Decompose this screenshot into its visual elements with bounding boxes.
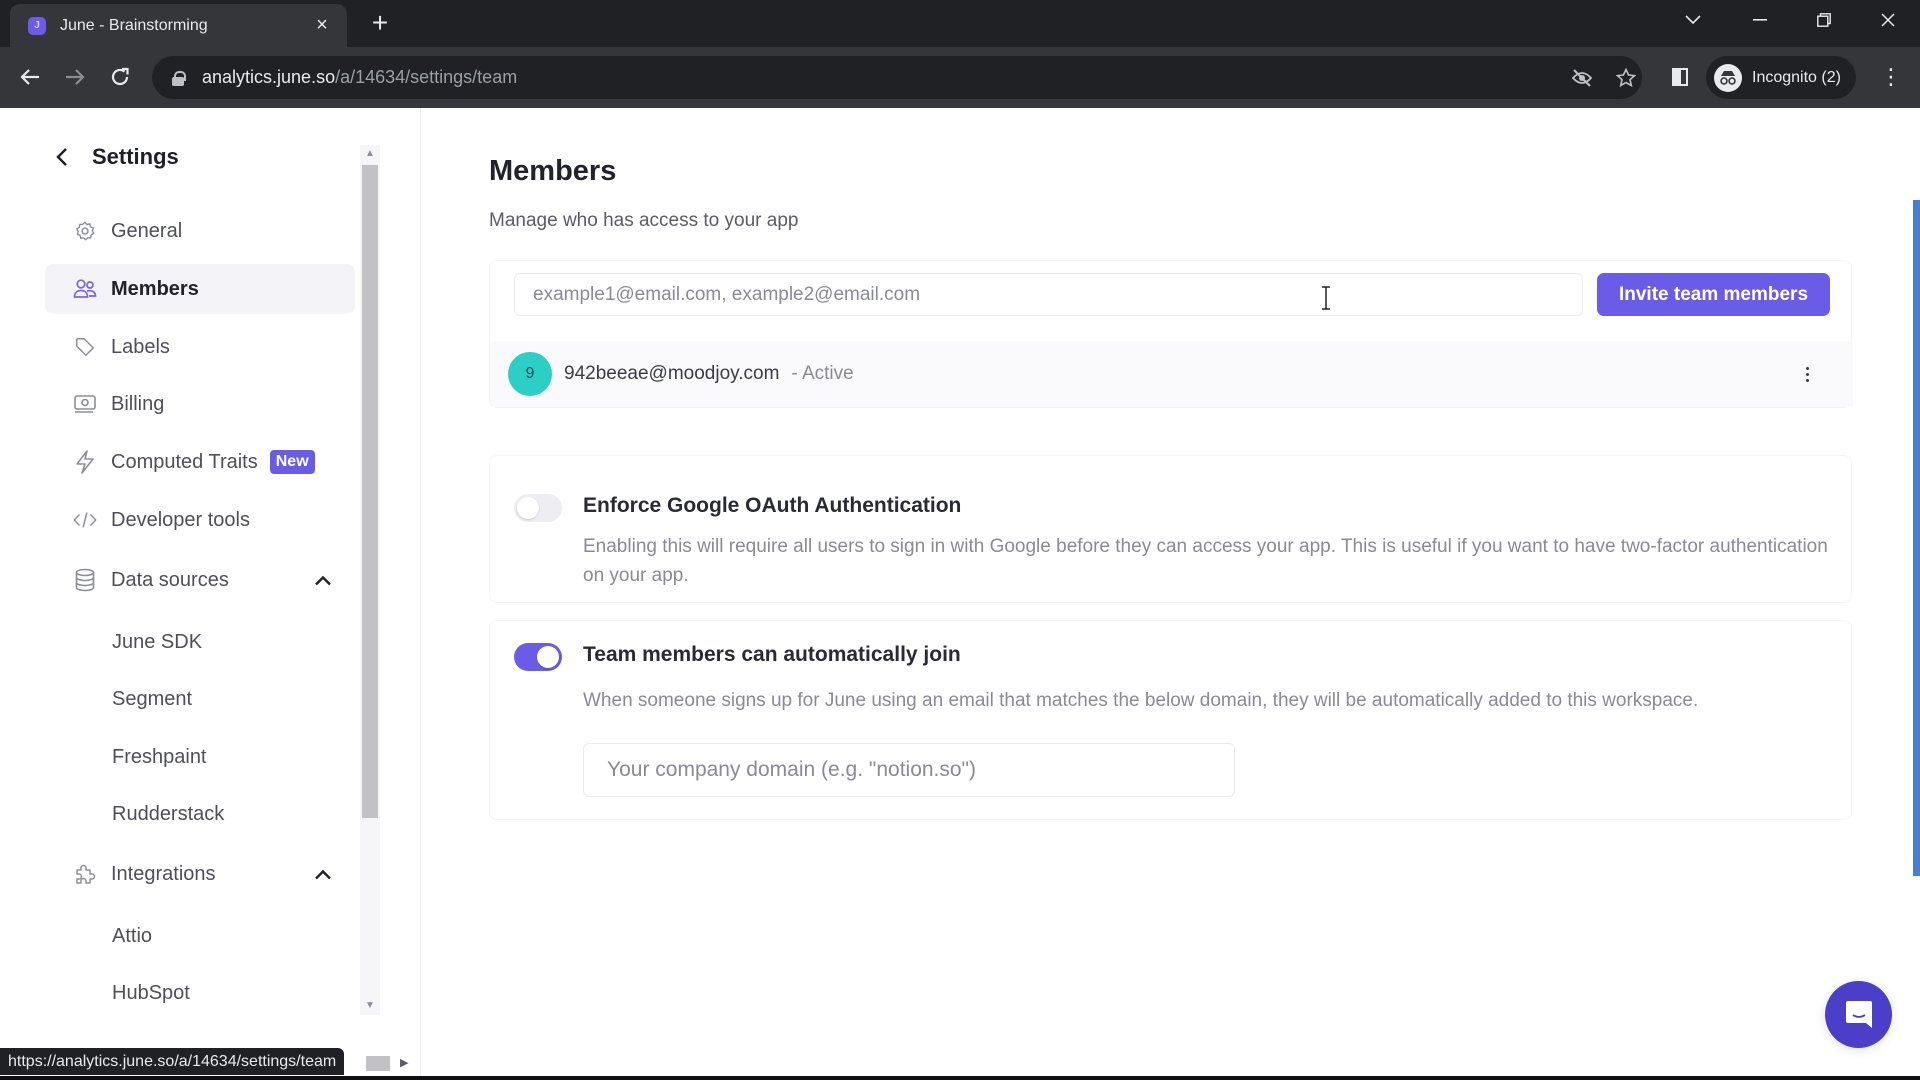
sidebar-item-developer-tools[interactable]: Developer tools	[45, 495, 355, 545]
text-cursor-icon	[1322, 286, 1330, 310]
sidebar-item-data-sources[interactable]: Data sources	[45, 555, 355, 605]
browser-tab[interactable]: J June - Brainstorming ×	[10, 4, 347, 47]
setting-description: When someone signs up for June using an …	[583, 690, 1699, 711]
scroll-up-arrow-icon[interactable]: ▲	[360, 145, 380, 163]
member-status: - Active	[791, 363, 854, 384]
oauth-setting-card: Enforce Google OAuth Authentication Enab…	[489, 455, 1852, 603]
toggle-knob	[537, 646, 559, 668]
close-tab-icon[interactable]: ×	[311, 14, 333, 37]
sidebar-subitem-attio[interactable]: Attio	[112, 925, 152, 948]
sidebar-item-label: Data sources	[111, 568, 229, 591]
bookmark-star-icon[interactable]	[1614, 66, 1638, 90]
auto-join-setting-card: Team members can automatically join When…	[489, 620, 1852, 820]
sidebar-subitem-hubspot[interactable]: HubSpot	[112, 982, 190, 1005]
window-bottom-edge	[0, 1076, 1920, 1080]
chevron-up-icon[interactable]	[311, 862, 335, 886]
address-bar: analytics.june.so/a/14634/settings/team …	[0, 47, 1920, 108]
sidebar-subitem-segment[interactable]: Segment	[112, 688, 192, 711]
database-icon	[73, 568, 97, 592]
sidebar-item-general[interactable]: General	[45, 206, 355, 256]
billing-icon	[73, 392, 97, 416]
more-options-icon[interactable]	[1799, 361, 1815, 387]
url-host: analytics.june.so	[202, 67, 336, 87]
tab-search-chevron-icon[interactable]	[1665, 0, 1721, 40]
close-window-icon[interactable]	[1860, 0, 1916, 40]
forward-arrow-icon[interactable]	[59, 61, 91, 93]
code-icon	[73, 508, 97, 532]
sidebar-scrollbar[interactable]: ▲ ▼	[360, 145, 380, 1015]
url-path: /a/14634/settings/team	[335, 67, 518, 87]
browser-menu-icon[interactable]: ⋮	[1880, 63, 1902, 93]
puzzle-icon	[73, 862, 97, 886]
setting-description: Enabling this will require all users to …	[583, 536, 1828, 586]
toggle-knob	[517, 497, 539, 519]
lightning-icon	[73, 450, 97, 474]
scroll-right-arrow-icon[interactable]: ▶	[400, 1056, 408, 1069]
chat-bubble-icon	[1845, 1000, 1872, 1028]
tag-icon	[73, 335, 97, 359]
url-field[interactable]: analytics.june.so/a/14634/settings/team	[152, 56, 1642, 99]
restore-window-icon[interactable]	[1796, 0, 1852, 40]
new-tab-button[interactable]: +	[365, 8, 395, 38]
page-subtitle: Manage who has access to your app	[489, 210, 799, 231]
sidebar-header: Settings	[50, 144, 179, 170]
setting-title: Enforce Google OAuth Authentication	[583, 494, 962, 517]
auto-join-toggle[interactable]	[514, 643, 562, 671]
incognito-profile-button[interactable]: Incognito (2)	[1706, 56, 1856, 99]
sidebar-item-label: Integrations	[111, 862, 216, 885]
sidebar-item-label: General	[111, 219, 183, 242]
invite-emails-input[interactable]	[514, 273, 1583, 316]
avatar: 9	[508, 352, 552, 396]
sidebar-item-computed-traits[interactable]: Computed Traits New	[45, 437, 355, 487]
sidebar-item-label: Labels	[111, 335, 170, 358]
link-status-url: https://analytics.june.so/a/14634/settin…	[0, 1048, 345, 1075]
member-email: 942beeae@moodjoy.com	[564, 363, 780, 384]
back-chevron-icon[interactable]	[50, 145, 74, 169]
sidebar-subitem-rudderstack[interactable]: Rudderstack	[112, 803, 224, 826]
sidebar-title: Settings	[92, 144, 179, 169]
horizontal-scrollbar-thumb[interactable]	[366, 1056, 390, 1071]
chevron-up-icon[interactable]	[311, 568, 335, 592]
sidebar-subitem-june-sdk[interactable]: June SDK	[112, 631, 202, 654]
settings-sidebar: Settings General Members Labels Billing …	[0, 108, 421, 1080]
member-row: 9 942beeae@moodjoy.com - Active	[490, 341, 1853, 407]
invite-members-card: Invite team members 9 942beeae@moodjoy.c…	[489, 260, 1853, 408]
minimize-window-icon[interactable]	[1732, 0, 1788, 40]
new-badge: New	[269, 450, 315, 474]
invite-team-members-button[interactable]: Invite team members	[1597, 273, 1830, 316]
company-domain-input[interactable]	[583, 743, 1235, 797]
sidebar-item-labels[interactable]: Labels	[45, 322, 355, 372]
sidebar-item-label: Developer tools	[111, 508, 250, 531]
back-arrow-icon[interactable]	[14, 61, 46, 93]
profile-label: Incognito (2)	[1752, 68, 1841, 86]
enforce-oauth-toggle[interactable]	[514, 494, 562, 522]
sidebar-subitem-freshpaint[interactable]: Freshpaint	[112, 746, 207, 769]
june-favicon-icon: J	[28, 16, 46, 35]
sidebar-item-label: Billing	[111, 392, 165, 415]
page-scrollbar[interactable]	[1913, 200, 1920, 876]
sidebar-item-integrations[interactable]: Integrations	[45, 849, 355, 899]
lock-icon	[172, 70, 186, 86]
tab-title: June - Brainstorming	[60, 16, 208, 34]
eye-slash-icon[interactable]	[1570, 66, 1594, 90]
setting-title: Team members can automatically join	[583, 643, 961, 666]
sidebar-item-billing[interactable]: Billing	[45, 379, 355, 429]
sidebar-item-label: Computed Traits	[111, 450, 258, 473]
side-panel-icon[interactable]	[1672, 68, 1688, 86]
reload-icon[interactable]	[104, 61, 136, 93]
page-title: Members	[489, 155, 617, 187]
sidebar-item-label: Members	[111, 277, 199, 300]
incognito-icon	[1714, 63, 1742, 92]
browser-tab-bar: J June - Brainstorming × +	[0, 0, 1920, 47]
support-chat-button[interactable]	[1825, 981, 1892, 1048]
gear-icon	[73, 219, 97, 243]
users-icon	[73, 277, 97, 301]
sidebar-item-members[interactable]: Members	[45, 264, 355, 314]
sidebar-scrollbar-thumb[interactable]	[362, 165, 378, 818]
scroll-down-arrow-icon[interactable]: ▼	[360, 997, 380, 1015]
